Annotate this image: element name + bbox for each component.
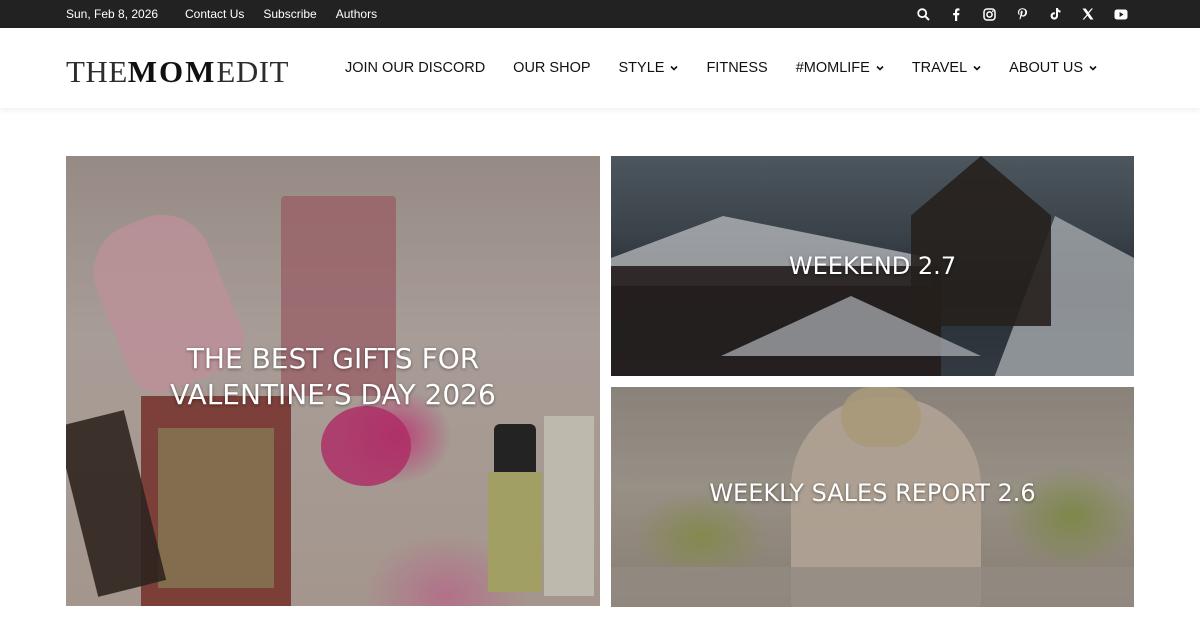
post-title[interactable]: WEEKEND 2.7 [611,251,1134,281]
post-title[interactable]: WEEKLY SALES REPORT 2.6 [611,478,1134,508]
nav-label: JOIN OUR DISCORD [345,60,486,76]
chevron-down-icon [876,65,884,71]
youtube-icon[interactable] [1112,5,1130,23]
nav-label: FITNESS [706,60,768,76]
x-icon[interactable] [1079,5,1097,23]
nav-item-join-discord[interactable]: JOIN OUR DISCORD [345,60,485,76]
search-icon[interactable] [914,5,932,23]
chevron-down-icon [1089,65,1097,71]
nav-item-momlife[interactable]: #MOMLIFE [796,60,884,76]
nav-item-about-us[interactable]: ABOUT US [1009,60,1097,76]
nav-label: OUR SHOP [513,60,591,76]
contact-us-link[interactable]: Contact Us [185,0,244,28]
current-date: Sun, Feb 8, 2026 [66,7,159,21]
social-icons [914,5,1130,23]
tiktok-icon[interactable] [1046,5,1064,23]
nav-label: #MOMLIFE [795,60,870,76]
featured-post-sales-report[interactable]: WEEKLY SALES REPORT 2.6 [611,387,1134,607]
facebook-icon[interactable] [947,5,965,23]
nav-label: TRAVEL [911,60,968,76]
authors-link[interactable]: Authors [336,0,377,28]
site-header: THE MOM EDIT JOIN OUR DISCORD OUR SHOP STY… [0,28,1200,108]
nav-item-travel[interactable]: TRAVEL [912,60,981,76]
nav-item-our-shop[interactable]: OUR SHOP [513,60,590,76]
featured-post-title[interactable]: THE BEST GIFTS FOR VALENTINE’S DAY 2026 [66,341,600,413]
title-line-2: VALENTINE’S DAY 2026 [170,378,496,411]
logo-part-mom: MOM [127,54,217,89]
nav-label: STYLE [618,60,665,76]
site-logo[interactable]: THE MOM EDIT [66,54,289,89]
logo-part-the: THE [66,54,128,89]
top-bar: Sun, Feb 8, 2026 Contact Us Subscribe Au… [0,0,1200,28]
nav-item-fitness[interactable]: FITNESS [706,60,767,76]
nav-label: ABOUT US [1009,60,1084,76]
nav-item-style[interactable]: STYLE [619,60,679,76]
top-links: Contact Us Subscribe Authors [185,0,377,28]
instagram-icon[interactable] [980,5,998,23]
subscribe-link[interactable]: Subscribe [263,0,316,28]
title-line-1: THE BEST GIFTS FOR [186,342,480,375]
chevron-down-icon [973,65,981,71]
featured-post-weekend[interactable]: WEEKEND 2.7 [611,156,1134,376]
logo-part-edit: EDIT [216,54,289,89]
featured-post-valentines-gifts[interactable]: THE BEST GIFTS FOR VALENTINE’S DAY 2026 [66,156,600,606]
main-nav: JOIN OUR DISCORD OUR SHOP STYLE FITNESS … [345,28,1125,108]
chevron-down-icon [670,65,679,71]
pinterest-icon[interactable] [1013,5,1031,23]
